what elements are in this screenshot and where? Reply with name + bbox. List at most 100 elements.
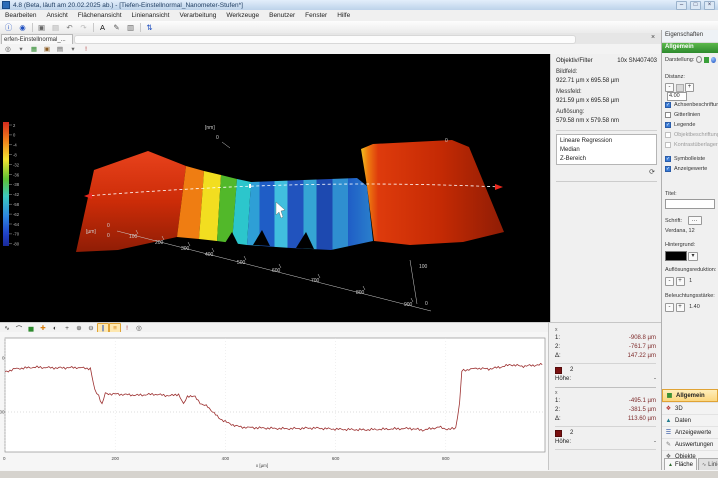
aufloesung-plus-button[interactable]: + [676,277,685,286]
checkbox-kontrastüberlagerung[interactable] [665,142,671,148]
aufloesung-minus-button[interactable]: - [665,277,674,286]
text-icon[interactable]: A [96,21,109,33]
checkbox-symbolleiste[interactable]: ✓ [665,156,671,162]
legend-tick-label: -80 [13,242,20,247]
checkbox-label: Gitterlinien [674,112,700,118]
colormap-icon[interactable]: ▦ [28,44,40,55]
paste-icon[interactable]: ▤ [49,21,62,33]
refresh-button[interactable]: ⟳ [647,168,657,177]
operation-item[interactable]: Median [557,145,656,154]
cursor-value-row: 2:-381.5 µm [555,406,656,415]
render-mode-sphere-icon[interactable] [711,57,716,63]
zoom-tool-icon[interactable]: ◎ [2,44,14,55]
category-button-auswertungen[interactable]: ✎Auswertungen [662,438,718,450]
profile-x-tick-label: 400 [222,456,230,461]
annotate-icon[interactable]: ✎ [110,21,123,33]
category-button-allgemein[interactable]: ▦Allgemein [662,389,718,402]
titel-input[interactable] [665,199,715,209]
plot-area[interactable] [5,338,545,452]
render-mode-radio[interactable] [696,56,702,63]
height-value: - [654,375,656,384]
category-button-anzeigewerte[interactable]: ☰Anzeigewerte [662,426,718,438]
beleuchtung-plus-button[interactable]: + [676,303,685,312]
sort-icon[interactable]: ⇅ [143,21,156,33]
view-tab-fläche[interactable]: ▲Fläche [664,458,697,470]
operation-item[interactable]: Z-Bereich [557,154,656,163]
x-axis-tick-label: 500 [237,260,246,266]
schrift-label: Schrift: [665,218,682,224]
cursor-values-panel: x1:-908.8 µm2:-761.7 µmΔ:147.22 µm2Höhe:… [548,322,661,470]
checkbox-anzeigewerte[interactable]: ✓ [665,166,671,172]
category-button-daten[interactable]: ▲Daten [662,414,718,426]
menu-item-hilfe[interactable]: Hilfe [332,12,355,19]
section-header-allgemein: Allgemein [662,43,718,53]
distanz-minus-button[interactable]: - [665,83,674,92]
distanz-value[interactable]: 4.00 [667,92,687,101]
z-axis-right-zero: 0 [445,138,448,144]
height-value: - [654,438,656,447]
undo-icon[interactable]: ↶ [63,21,76,33]
checkbox-gitterlinien[interactable] [665,112,671,118]
menu-item-ansicht[interactable]: Ansicht [41,12,72,19]
menu-item-flächenansicht[interactable]: Flächenansicht [73,12,127,19]
dropdown-icon[interactable]: ▾ [15,44,27,55]
minimize-button[interactable]: – [676,1,687,10]
checkbox-legende[interactable]: ✓ [665,122,671,128]
info-separator-2 [556,181,657,182]
pin-icon[interactable]: ! [80,44,92,55]
height-row: Höhe:- [555,375,656,384]
category-button-3d[interactable]: ❖3D [662,402,718,414]
category-button-label: Anzeigewerte [675,430,711,436]
height-row: Höhe:- [555,438,656,447]
distanz-plus-button[interactable]: + [685,83,694,92]
view-tab-linien[interactable]: ∿Linien [698,458,718,470]
menu-item-bearbeiten[interactable]: Bearbeiten [0,12,41,19]
checkbox-row-gitterlinien: Gitterlinien [665,111,700,119]
x-axis-tick-label: 100 [129,234,138,240]
color-legend-bar [3,122,9,246]
menu-item-werkzeuge[interactable]: Werkzeuge [221,12,264,19]
tabbar-strip [74,35,576,44]
distanz-slider[interactable] [676,84,684,92]
divider [555,387,656,388]
redo-icon[interactable]: ↷ [77,21,90,33]
copy-icon[interactable]: ▣ [35,21,48,33]
checkbox-row-symbolleiste: ✓Symbolleiste [665,155,705,163]
operation-item[interactable]: Lineare Regression [557,136,656,145]
maximize-button[interactable]: □ [690,1,701,10]
globe-icon[interactable]: ◉ [16,21,29,33]
info-field-value: 921.59 µm x 695.58 µm [556,98,657,104]
info-icon[interactable]: ⓘ [2,21,15,33]
surface-3d-view[interactable]: 20-4-8-32-36-38-42-58-62-64-70-80 100200… [0,54,550,322]
menu-item-verarbeitung[interactable]: Verarbeitung [174,12,221,19]
cut-line-handle[interactable] [249,184,251,188]
beleuchtung-minus-button[interactable]: - [665,303,674,312]
menu-item-fenster[interactable]: Fenster [300,12,332,19]
auswertungen-icon: ✎ [665,441,672,448]
background-color-swatch[interactable] [665,251,687,261]
operations-listbox[interactable]: Lineare RegressionMedianZ-Bereich [556,134,657,165]
font-picker-button[interactable]: … [688,216,702,225]
checkbox-achsenbeschriftung[interactable]: ✓ [665,102,671,108]
close-button[interactable]: × [704,1,715,10]
image-icon[interactable]: ▣ [41,44,53,55]
cursor-label: 1: [555,397,560,406]
render-mode-solid-icon[interactable] [704,57,709,63]
background-dropdown-button[interactable]: ▾ [688,252,698,261]
cursor-value: 147.22 µm [628,352,656,361]
dropdown2-icon[interactable]: ▾ [67,44,79,55]
tab-close-button[interactable]: × [648,33,658,43]
divider [555,449,656,450]
profile-chart[interactable]: 02004006008000-500 x [µm] [0,332,548,470]
menu-item-benutzer[interactable]: Benutzer [264,12,300,19]
category-button-label: Daten [675,418,691,424]
daten-icon: ▲ [665,418,672,424]
menu-item-linienansicht[interactable]: Linienansicht [127,12,175,19]
checkbox-row-legende: ✓Legende [665,121,695,129]
checkbox-objektbeschriftung[interactable] [665,132,671,138]
x-axis-tick-label: 700 [311,278,320,284]
divider [555,363,656,364]
report-icon[interactable]: ▥ [124,21,137,33]
scale-icon[interactable]: ▤ [54,44,66,55]
application-window: 4.8 (Beta, läuft am 20.02.2025 ab.) - [T… [0,0,718,478]
